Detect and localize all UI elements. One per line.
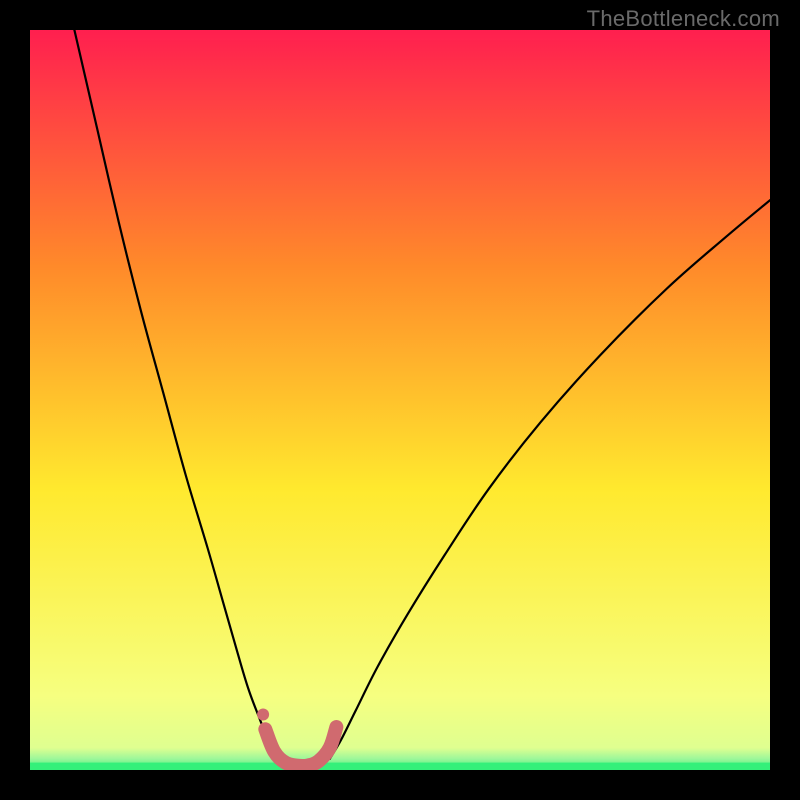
watermark-text: TheBottleneck.com [587, 6, 780, 32]
chart-svg [30, 30, 770, 770]
valley-dot [257, 709, 269, 721]
plot-area [30, 30, 770, 770]
chart-container: TheBottleneck.com [0, 0, 800, 800]
